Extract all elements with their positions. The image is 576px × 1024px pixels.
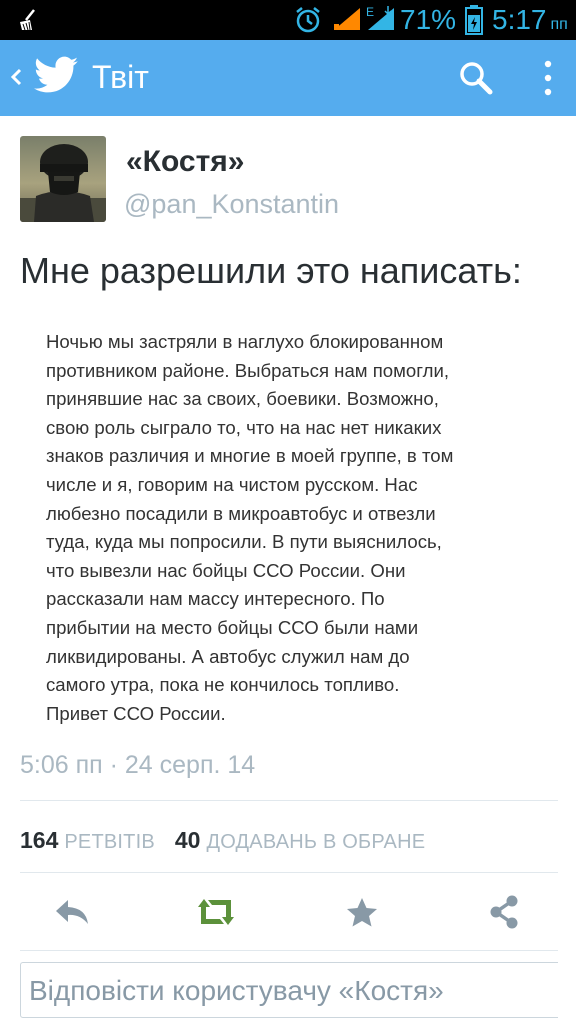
tweet-stats: 164 РЕТВІТІВ 40 ДОДАВАНЬ В ОБРАНЕ xyxy=(20,824,425,856)
favorites-label[interactable]: ДОДАВАНЬ В ОБРАНЕ xyxy=(206,826,425,858)
alarm-icon xyxy=(296,7,320,33)
time-value: 5:17 xyxy=(492,4,547,35)
avatar[interactable] xyxy=(20,136,106,222)
action-bar: Твіт xyxy=(0,40,576,116)
overflow-menu-icon[interactable] xyxy=(536,58,560,98)
tweet-timestamp: 5:06 пп · 24 серп. 14 xyxy=(20,751,256,779)
battery-percent: 71% xyxy=(400,4,457,35)
status-bar: E 71% 5:17 пп xyxy=(0,0,576,40)
share-icon[interactable] xyxy=(484,894,524,930)
retweets-count[interactable]: 164 xyxy=(20,824,58,856)
embedded-image-text: Ночью мы застряли в наглухо блокированно… xyxy=(46,331,454,724)
favorite-star-icon[interactable] xyxy=(342,894,382,930)
broom-icon xyxy=(20,9,35,31)
divider xyxy=(20,800,558,801)
screen-title: Твіт xyxy=(92,59,149,95)
embedded-text-image[interactable]: Ночью мы застряли в наглухо блокированно… xyxy=(20,312,556,730)
divider xyxy=(20,950,558,951)
display-name[interactable]: «Костя» xyxy=(126,144,245,180)
retweet-icon[interactable] xyxy=(194,894,238,930)
signal-icon xyxy=(334,8,360,30)
reply-placeholder: Відповісти користувачу «Костя» xyxy=(29,975,444,1006)
divider xyxy=(20,872,558,873)
signal-e-icon: E xyxy=(366,5,394,30)
network-label: E xyxy=(366,5,374,19)
battery-icon xyxy=(465,5,483,35)
reply-input[interactable]: Відповісти користувачу «Костя» xyxy=(20,962,558,1018)
reply-icon[interactable] xyxy=(52,894,92,930)
back-chevron-icon[interactable] xyxy=(8,62,24,92)
retweets-label[interactable]: РЕТВІТІВ xyxy=(64,826,155,858)
favorites-count[interactable]: 40 xyxy=(175,824,201,856)
user-handle[interactable]: @pan_Konstantin xyxy=(124,188,339,220)
twitter-bird-icon[interactable] xyxy=(34,56,78,94)
status-time: 5:17 пп xyxy=(492,4,568,41)
tweet-text: Мне разрешили это написать: xyxy=(20,250,522,291)
time-suffix: пп xyxy=(550,16,568,33)
search-icon[interactable] xyxy=(458,60,494,96)
